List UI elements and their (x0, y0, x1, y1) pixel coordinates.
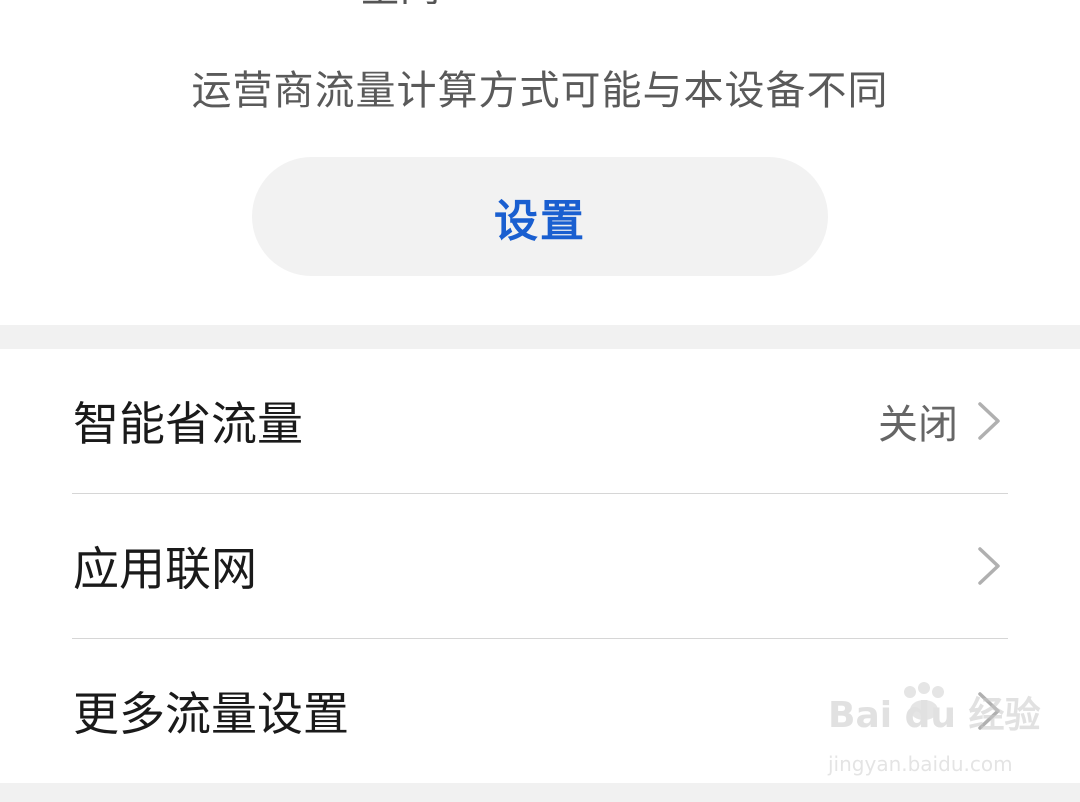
list-item-label: 更多流量设置 (73, 687, 349, 741)
baidu-jingyan-watermark: Bai du 经验 jingyan.baidu.com (828, 682, 1041, 782)
list-item-app-network-access[interactable]: 应用联网 (0, 494, 1080, 638)
watermark-brand: Bai du 经验 (828, 695, 1041, 736)
list-item-label: 应用联网 (73, 542, 257, 596)
data-usage-summary-card: 全网 运营商流量计算方式可能与本设备不同 设置 (0, 0, 1080, 325)
list-item-label: 智能省流量 (73, 397, 303, 451)
cut-off-heading-text: 全网 (360, 0, 450, 4)
list-item-value: 关闭 (878, 402, 958, 448)
settings-button[interactable]: 设置 (252, 157, 828, 276)
cut-off-heading: 全网 (360, 0, 450, 4)
settings-button-label: 设置 (494, 195, 586, 247)
list-item-smart-data-saver[interactable]: 智能省流量 关闭 (0, 349, 1080, 493)
watermark-url: jingyan.baidu.com (828, 752, 1013, 776)
carrier-note: 运营商流量计算方式可能与本设备不同 (191, 68, 889, 114)
chevron-right-icon (978, 547, 1000, 585)
chevron-right-icon (978, 402, 1000, 440)
